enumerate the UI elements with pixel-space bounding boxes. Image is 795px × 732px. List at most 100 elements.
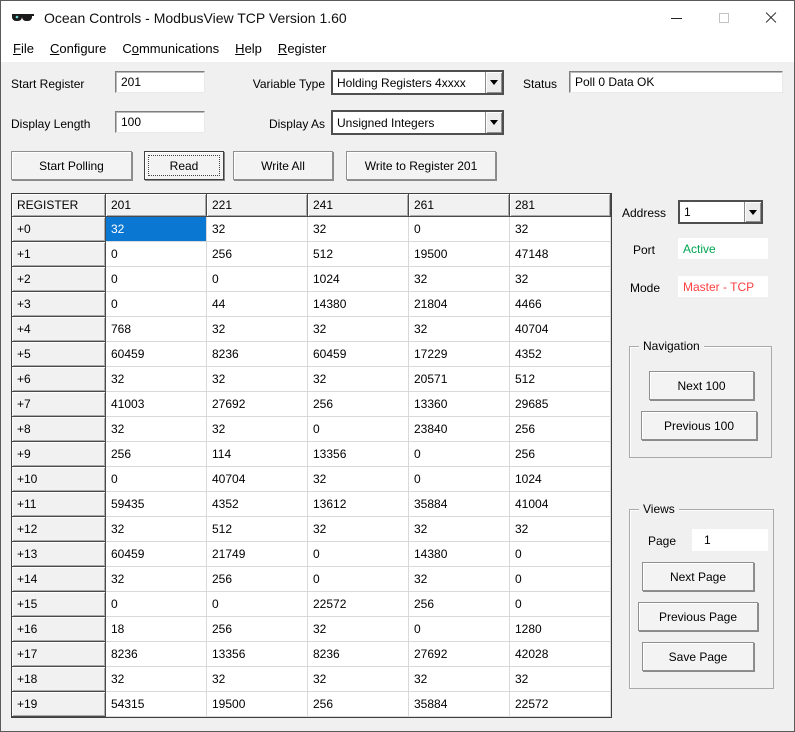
data-cell[interactable]: 256 — [308, 392, 409, 417]
save-page-button[interactable]: Save Page — [642, 642, 754, 671]
data-cell[interactable]: 512 — [510, 367, 611, 392]
data-cell[interactable]: 32 — [510, 267, 611, 292]
maximize-button[interactable] — [700, 1, 747, 35]
data-cell[interactable]: 32 — [510, 667, 611, 692]
data-cell[interactable]: 256 — [207, 617, 308, 642]
data-cell[interactable]: 0 — [409, 467, 510, 492]
data-cell[interactable]: 32 — [106, 567, 207, 592]
close-button[interactable] — [747, 1, 794, 35]
data-cell[interactable]: 1024 — [308, 267, 409, 292]
data-cell[interactable]: 32 — [308, 367, 409, 392]
data-cell[interactable]: 44 — [207, 292, 308, 317]
menu-file[interactable]: File — [5, 38, 42, 59]
data-cell[interactable]: 47148 — [510, 242, 611, 267]
data-cell[interactable]: 22572 — [510, 692, 611, 717]
read-button[interactable]: Read — [144, 151, 224, 180]
data-cell[interactable]: 0 — [106, 242, 207, 267]
data-cell[interactable]: 0 — [106, 267, 207, 292]
data-cell[interactable]: 32 — [106, 367, 207, 392]
data-cell[interactable]: 41003 — [106, 392, 207, 417]
data-cell[interactable]: 0 — [510, 542, 611, 567]
page-input[interactable] — [692, 529, 768, 551]
data-cell[interactable]: 0 — [510, 592, 611, 617]
data-cell[interactable]: 1280 — [510, 617, 611, 642]
data-cell[interactable]: 32 — [308, 667, 409, 692]
address-dropdown-button[interactable] — [744, 202, 761, 222]
data-cell[interactable]: 32 — [106, 517, 207, 542]
data-cell[interactable]: 0 — [207, 592, 308, 617]
data-cell[interactable]: 4352 — [207, 492, 308, 517]
data-cell[interactable]: 19500 — [409, 242, 510, 267]
data-cell[interactable]: 0 — [308, 567, 409, 592]
data-cell[interactable]: 32 — [409, 667, 510, 692]
data-cell[interactable]: 0 — [207, 267, 308, 292]
data-cell[interactable]: 27692 — [207, 392, 308, 417]
data-cell[interactable]: 0 — [106, 592, 207, 617]
display-as-dropdown[interactable]: Unsigned Integers — [331, 110, 504, 135]
data-cell[interactable]: 20571 — [409, 367, 510, 392]
data-cell[interactable]: 18 — [106, 617, 207, 642]
data-cell[interactable]: 4352 — [510, 342, 611, 367]
data-cell[interactable]: 1024 — [510, 467, 611, 492]
menu-register[interactable]: Register — [270, 38, 334, 59]
start-register-input[interactable] — [115, 71, 205, 93]
data-cell[interactable]: 0 — [106, 467, 207, 492]
data-cell[interactable]: 60459 — [106, 542, 207, 567]
data-cell[interactable]: 13356 — [308, 442, 409, 467]
data-cell[interactable]: 0 — [510, 567, 611, 592]
data-cell[interactable]: 32 — [207, 367, 308, 392]
data-cell[interactable]: 512 — [207, 517, 308, 542]
data-cell[interactable]: 21804 — [409, 292, 510, 317]
data-cell[interactable]: 8236 — [308, 642, 409, 667]
next-100-button[interactable]: Next 100 — [649, 371, 754, 400]
data-cell[interactable]: 32 — [308, 217, 409, 242]
data-cell[interactable]: 0 — [409, 617, 510, 642]
data-cell[interactable]: 54315 — [106, 692, 207, 717]
data-cell[interactable]: 32 — [308, 517, 409, 542]
data-cell[interactable]: 32 — [409, 317, 510, 342]
data-cell[interactable]: 256 — [510, 442, 611, 467]
data-cell[interactable]: 114 — [207, 442, 308, 467]
data-cell[interactable]: 23840 — [409, 417, 510, 442]
data-cell[interactable]: 32 — [207, 667, 308, 692]
data-cell[interactable]: 8236 — [207, 342, 308, 367]
variable-type-dropdown-button[interactable] — [485, 72, 502, 93]
data-cell[interactable]: 32 — [308, 467, 409, 492]
write-all-button[interactable]: Write All — [233, 151, 333, 180]
data-cell[interactable]: 27692 — [409, 642, 510, 667]
data-cell[interactable]: 512 — [308, 242, 409, 267]
data-cell[interactable]: 256 — [308, 692, 409, 717]
data-cell[interactable]: 13360 — [409, 392, 510, 417]
data-cell[interactable]: 32 — [106, 417, 207, 442]
data-cell[interactable]: 256 — [207, 567, 308, 592]
data-cell[interactable]: 32 — [510, 217, 611, 242]
data-cell[interactable]: 21749 — [207, 542, 308, 567]
menu-help[interactable]: Help — [227, 38, 270, 59]
data-cell[interactable]: 29685 — [510, 392, 611, 417]
menu-configure[interactable]: Configure — [42, 38, 114, 59]
data-cell[interactable]: 32 — [106, 667, 207, 692]
data-cell[interactable]: 40704 — [207, 467, 308, 492]
data-cell[interactable]: 14380 — [308, 292, 409, 317]
data-cell[interactable]: 4466 — [510, 292, 611, 317]
data-cell[interactable]: 256 — [207, 242, 308, 267]
minimize-button[interactable] — [653, 1, 700, 35]
data-cell[interactable]: 14380 — [409, 542, 510, 567]
data-cell[interactable]: 0 — [308, 542, 409, 567]
variable-type-dropdown[interactable]: Holding Registers 4xxxx — [331, 70, 504, 95]
data-cell[interactable]: 256 — [510, 417, 611, 442]
data-cell[interactable]: 59435 — [106, 492, 207, 517]
data-cell[interactable]: 0 — [409, 442, 510, 467]
menu-communications[interactable]: Communications — [114, 38, 227, 59]
data-cell[interactable]: 32 — [409, 267, 510, 292]
write-to-register-button[interactable]: Write to Register 201 — [346, 151, 496, 180]
data-cell[interactable]: 8236 — [106, 642, 207, 667]
status-field[interactable] — [569, 71, 783, 93]
display-as-dropdown-button[interactable] — [485, 112, 502, 133]
previous-page-button[interactable]: Previous Page — [638, 602, 758, 631]
data-cell[interactable]: 42028 — [510, 642, 611, 667]
data-cell[interactable]: 32 — [207, 417, 308, 442]
data-cell[interactable]: 32 — [207, 217, 308, 242]
data-cell[interactable]: 32 — [106, 217, 207, 242]
data-cell[interactable]: 22572 — [308, 592, 409, 617]
